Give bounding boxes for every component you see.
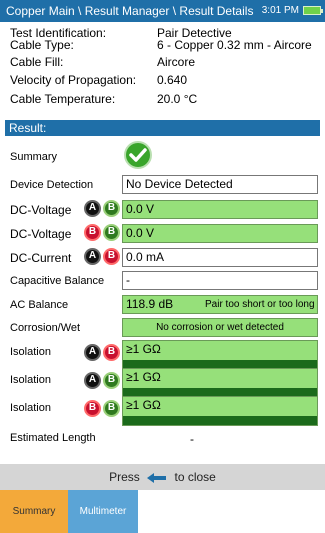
wire-b-red-badge: B (84, 224, 101, 241)
cable-type-label: Cable Type: (10, 38, 74, 52)
tab-multimeter[interactable]: Multimeter (68, 490, 138, 533)
estimated-length-value: - (190, 432, 194, 446)
dc-current-field: 0.0 mA (122, 248, 318, 267)
wire-a-badge: A (84, 200, 101, 217)
corrosion-label: Corrosion/Wet (10, 322, 81, 334)
dc-voltage-value: 0.0 V (126, 202, 155, 216)
corrosion-field: No corrosion or wet detected (122, 318, 318, 337)
dc-voltage-value-2: 0.0 V (126, 226, 155, 240)
cable-fill-value: Aircore (157, 55, 196, 69)
bottom-tabs: Summary Multimeter (0, 490, 325, 533)
isolation-field: ≥1 GΩ (122, 340, 318, 370)
close-hint[interactable]: Press to close (0, 464, 325, 490)
isolation-bar (123, 416, 317, 425)
dc-voltage-field: 0.0 V (122, 200, 318, 219)
wire-a-badge: A (84, 344, 101, 361)
ac-balance-note: Pair too short or too long (205, 299, 315, 310)
capacitive-balance-label: Capacitive Balance (10, 275, 105, 287)
capacitive-balance-value: - (126, 273, 130, 287)
corrosion-value: No corrosion or wet detected (156, 322, 284, 333)
result-section-header: Result: (5, 120, 320, 136)
temperature-value: 20.0 °C (157, 92, 198, 106)
temperature-label: Cable Temperature: (10, 92, 116, 106)
breadcrumb: Copper Main \ Result Manager \ Result De… (6, 4, 254, 18)
cable-type-value: 6 - Copper 0.32 mm - Aircore (157, 38, 312, 52)
vop-value: 0.640 (157, 73, 188, 87)
close-text: to close (174, 470, 216, 484)
isolation-value-3: ≥1 GΩ (126, 398, 161, 412)
dc-current-value: 0.0 mA (126, 250, 165, 264)
wire-a-badge: A (84, 248, 101, 265)
isolation-value-2: ≥1 GΩ (126, 370, 161, 384)
estimated-length-label: Estimated Length (10, 432, 96, 444)
wire-b-red-badge: B (103, 344, 120, 361)
wire-b-badge: B (103, 372, 120, 389)
checkmark-icon (124, 141, 152, 169)
isolation-label-2: Isolation (10, 374, 51, 386)
isolation-field-2: ≥1 GΩ (122, 368, 318, 398)
battery-icon (303, 6, 323, 15)
vop-label: Velocity of Propagation: (10, 73, 137, 87)
dc-voltage-label: DC-Voltage (10, 203, 72, 217)
device-detection-value: No Device Detected (126, 177, 233, 191)
back-arrow-icon (147, 472, 167, 483)
tab-summary[interactable]: Summary (0, 490, 68, 533)
device-detection-label: Device Detection (10, 179, 94, 191)
summary-label: Summary (10, 151, 58, 163)
wire-b-badge: B (103, 224, 120, 241)
info-block: Test Identification: Pair Detective Cabl… (10, 27, 315, 119)
press-text: Press (109, 470, 140, 484)
ac-balance-value: 118.9 dB (126, 297, 174, 311)
wire-b-badge: B (103, 400, 120, 417)
capacitive-balance-field: - (122, 271, 318, 290)
dc-current-label: DC-Current (10, 251, 72, 265)
wire-b-red-badge: B (103, 248, 120, 265)
dc-voltage-field-2: 0.0 V (122, 224, 318, 243)
wire-b-badge: B (103, 200, 120, 217)
ac-balance-label: AC Balance (10, 299, 69, 311)
title-bar: Copper Main \ Result Manager \ Result De… (0, 0, 325, 22)
wire-a-badge: A (84, 372, 101, 389)
ac-balance-field: 118.9 dB Pair too short or too long (122, 295, 318, 314)
isolation-value: ≥1 GΩ (126, 342, 161, 356)
device-detection-field: No Device Detected (122, 175, 318, 194)
clock: 3:01 PM (261, 5, 299, 16)
wire-b-red-badge: B (84, 400, 101, 417)
isolation-label-3: Isolation (10, 402, 51, 414)
dc-voltage-label-2: DC-Voltage (10, 227, 72, 241)
isolation-label: Isolation (10, 346, 51, 358)
cable-fill-label: Cable Fill: (10, 55, 64, 69)
isolation-field-3: ≥1 GΩ (122, 396, 318, 426)
